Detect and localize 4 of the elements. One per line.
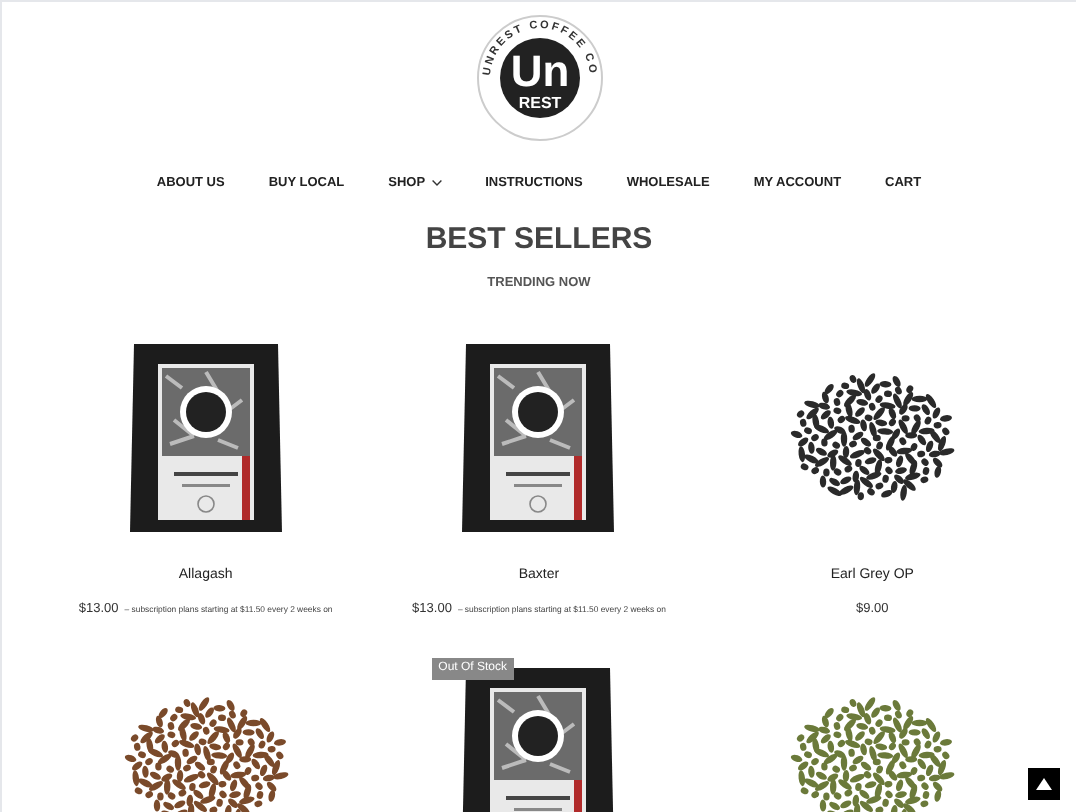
section-heading: BEST SELLERS <box>425 219 653 260</box>
back-to-top-button[interactable] <box>1028 768 1060 800</box>
up-arrow-icon <box>1036 778 1052 790</box>
chevron-down-icon <box>431 180 442 187</box>
